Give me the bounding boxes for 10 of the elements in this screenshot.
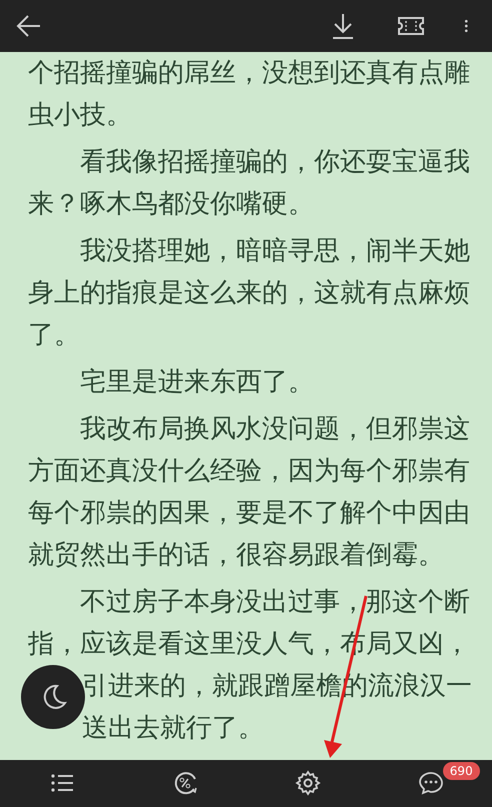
chat-bubble-icon[interactable] (418, 770, 444, 796)
paragraph: 我没搭理她，暗暗寻思，闹半天她身上的指痕是这么来的，这就有点麻烦了。 (28, 235, 470, 352)
text-line: 不过房子本身没出过事，那这个断 (79, 586, 470, 619)
count-badge: 690 (442, 762, 480, 780)
paragraph: 看我像招摇撞骗的，你还耍宝逼我来？啄木鸟都没你嘴硬。 (28, 146, 470, 221)
text-line: 送出去就行了。 (82, 712, 265, 745)
paragraph: 我改布局换风水没问题，但邪祟这方面还真没什么经验，因为每个邪祟有每个邪祟的因果，要是不了解个中因由就贸然出手的话，很容易跟着倒霉。 (28, 413, 470, 572)
paragraph: 个招摇撞骗的屌丝，没想到还真有点雕虫小技。 (28, 57, 470, 132)
settings-icon[interactable] (294, 770, 320, 796)
paragraph: 宅里是进来东西了。 (79, 366, 315, 399)
